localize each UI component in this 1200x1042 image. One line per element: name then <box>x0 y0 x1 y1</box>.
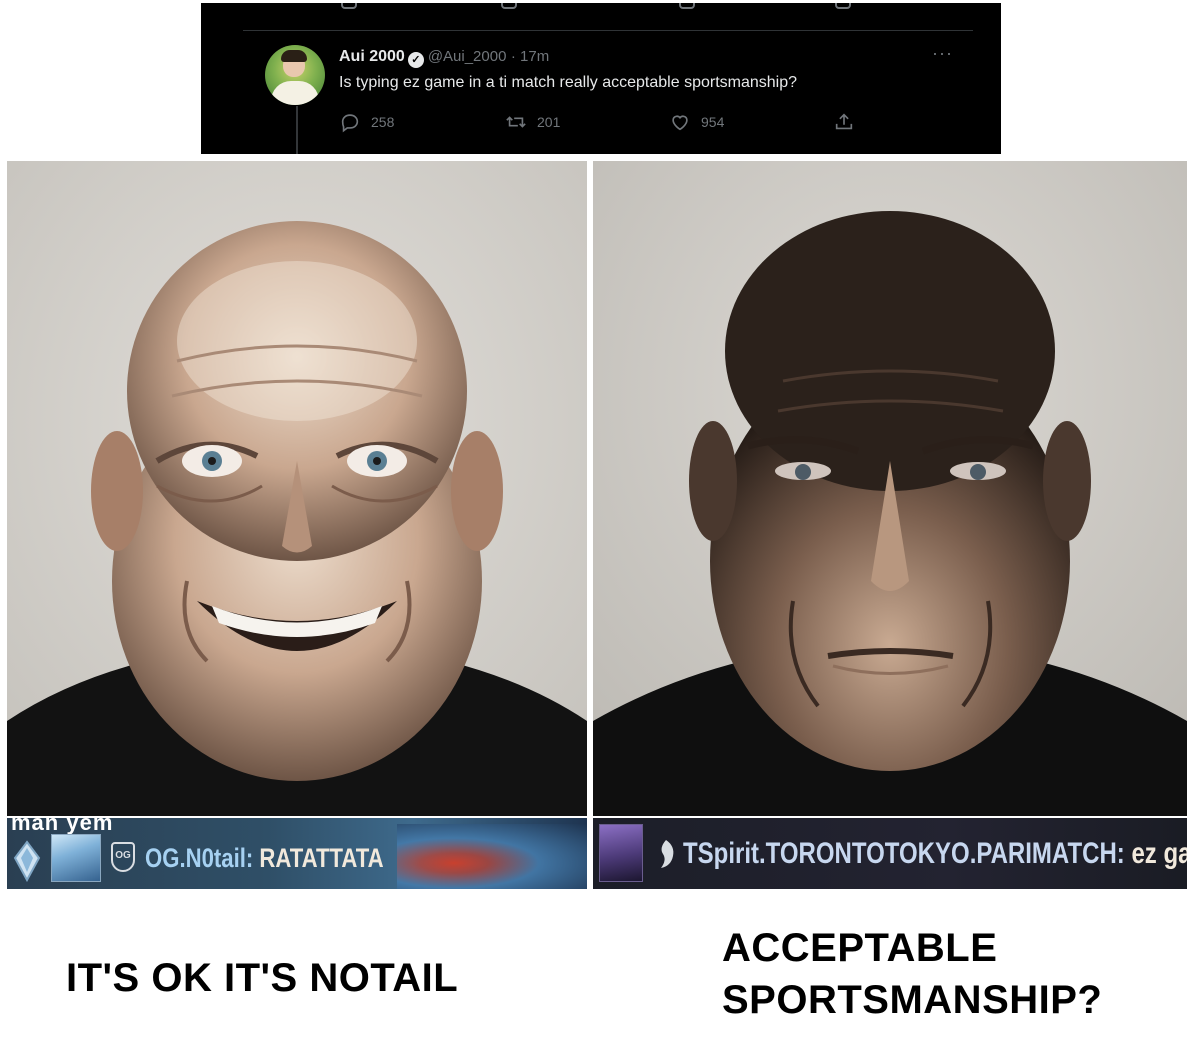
tweet-card: Aui 2000 ✓ @Aui_2000 · 17m ··· Is typing e… <box>201 3 1001 154</box>
chat-player-name: OG.N0tail: <box>145 843 254 873</box>
author-handle[interactable]: @Aui_2000 <box>428 48 507 65</box>
verified-badge-icon: ✓ <box>407 52 424 68</box>
caption-left: IT'S OK IT'S NOTAIL <box>66 956 459 1000</box>
tweet-time[interactable]: · 17m <box>511 48 549 65</box>
hero-portrait <box>51 834 101 882</box>
share-button[interactable] <box>833 111 855 133</box>
tweet-actions: 258 201 954 <box>339 111 859 137</box>
caption-right-line1: ACCEPTABLE <box>722 926 998 970</box>
chat-message: RATATTATA <box>259 843 384 873</box>
game-background-splash <box>397 824 587 889</box>
tweet-header: Aui 2000 ✓ @Aui_2000 · 17m <box>339 47 549 68</box>
tweet-divider <box>243 30 973 31</box>
tweet-text: Is typing ez game in a ti match really a… <box>339 74 798 91</box>
crystal-icon <box>13 840 41 882</box>
team-spirit-logo-icon <box>661 840 674 868</box>
hero-portrait <box>599 824 643 882</box>
avatar[interactable] <box>265 45 325 105</box>
caption-right: ACCEPTABLE SPORTSMANSHIP? <box>722 922 1102 1026</box>
chat-player-name: TSpirit.TORONTOTOKYO.PARIMATCH: <box>683 837 1125 870</box>
team-logo-icon: OG <box>111 842 135 872</box>
reply-count: 258 <box>371 114 395 130</box>
retweet-button[interactable]: 201 <box>505 111 560 133</box>
retweet-count: 201 <box>537 114 561 130</box>
caption-right-line2: SPORTSMANSHIP? <box>722 978 1103 1022</box>
more-options-icon[interactable]: ··· <box>932 43 953 64</box>
stern-face-photo <box>593 161 1187 816</box>
share-icon <box>835 113 853 130</box>
chat-line: TSpirit.TORONTOTOKYO.PARIMATCH: ez game <box>683 836 1187 872</box>
author-name[interactable]: Aui 2000 <box>339 48 405 65</box>
reply-icon <box>341 114 359 133</box>
chat-message: ez game <box>1131 837 1187 870</box>
chat-line: OG.N0tail: RATATTATA <box>145 842 384 874</box>
previous-tweet-actions <box>201 3 1001 27</box>
thread-line <box>296 106 298 154</box>
retweet-icon <box>506 116 526 128</box>
reply-button[interactable]: 258 <box>339 111 394 133</box>
like-count: 954 <box>701 114 725 130</box>
like-button[interactable]: 954 <box>669 111 724 133</box>
like-icon <box>672 115 688 131</box>
game-chat-right: TSpirit.TORONTOTOKYO.PARIMATCH: ez game <box>593 818 1187 889</box>
game-chat-left: man yem OG OG.N0tail: RATATTATA <box>7 818 587 889</box>
smiling-face-photo <box>7 161 587 816</box>
